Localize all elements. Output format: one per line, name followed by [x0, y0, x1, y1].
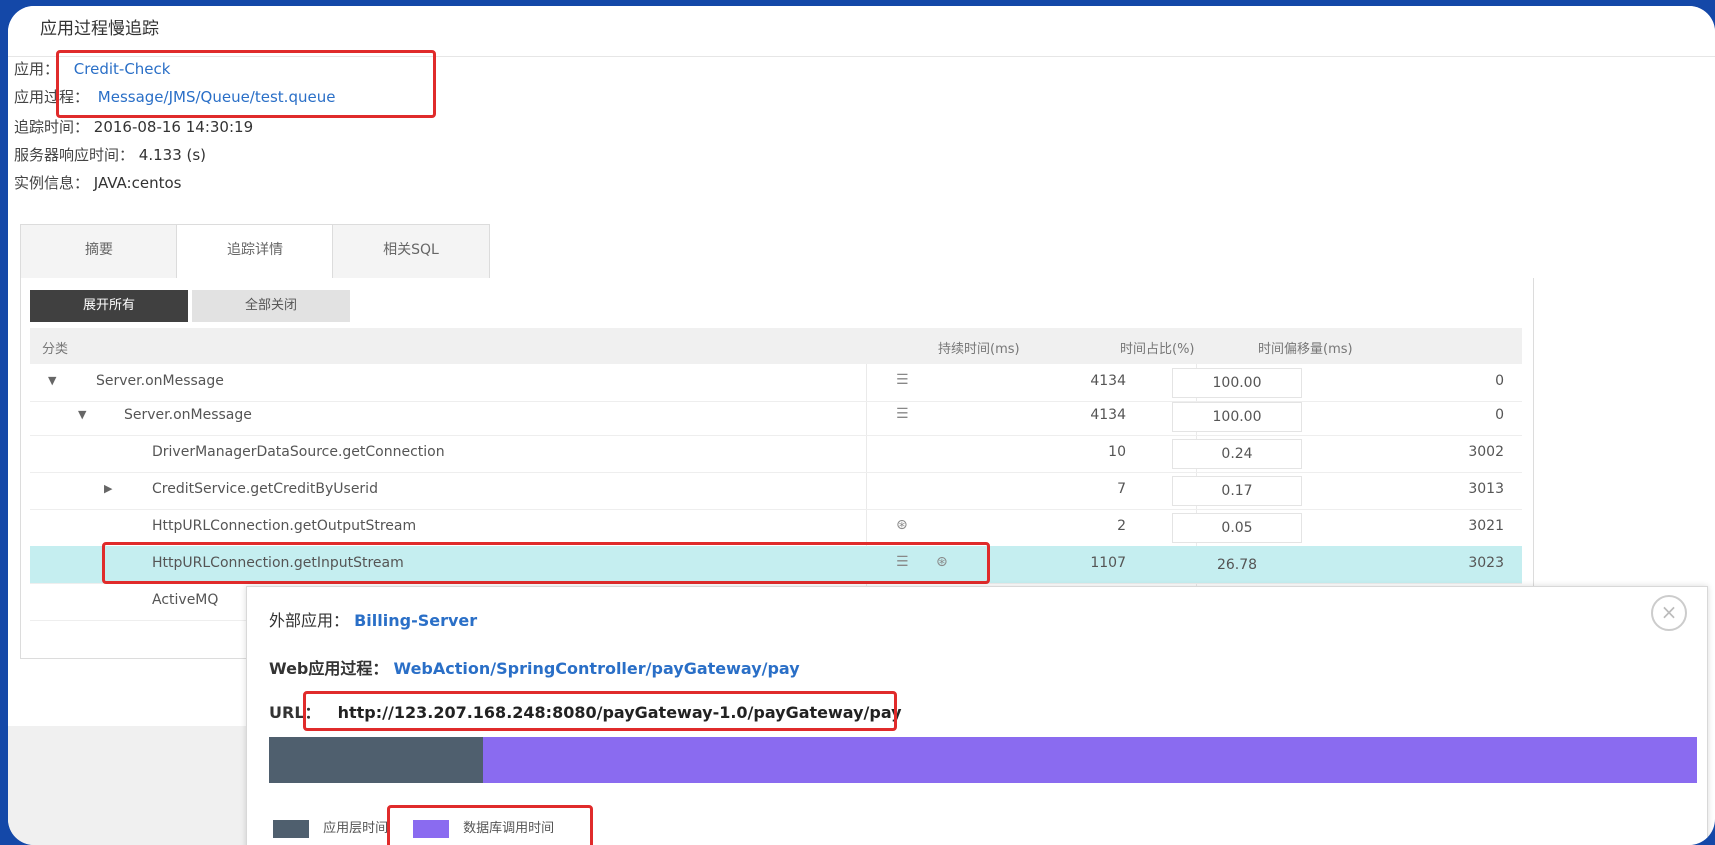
table-row[interactable]: ▶ CreditService.getCreditByUserid 7 0.17… — [30, 472, 1522, 510]
close-icon[interactable]: × — [1651, 595, 1687, 631]
instance-info: 实例信息： JAVA:centos — [14, 172, 181, 193]
row-offset: 3021 — [1468, 518, 1504, 534]
ext-app-row: 外部应用： Billing-Server — [269, 607, 477, 631]
ext-app-value[interactable]: Billing-Server — [354, 611, 477, 630]
window: 应用过程慢追踪 应用： Credit-Check 应用过程： Message/J… — [8, 6, 1715, 845]
row-percent: 0.17 — [1172, 476, 1302, 506]
web-process-label: Web应用过程： — [269, 659, 389, 678]
row-name: DriverManagerDataSource.getConnection — [152, 444, 445, 460]
row-offset: 0 — [1495, 373, 1504, 389]
db-time-segment — [483, 737, 1697, 783]
time-breakdown-bar — [269, 737, 1697, 783]
ext-app-label: 外部应用： — [269, 611, 350, 630]
highlight-box-url — [303, 691, 897, 731]
row-duration: 4134 — [1090, 407, 1126, 423]
response-label: 服务器响应时间： — [14, 146, 135, 164]
time-label: 追踪时间： — [14, 118, 90, 136]
expand-arrow-icon[interactable]: ▶ — [104, 482, 112, 495]
external-call-icon[interactable]: ⊛ — [896, 517, 908, 533]
response-info: 服务器响应时间： 4.133 (s) — [14, 144, 206, 165]
external-call-popup: × 外部应用： Billing-Server Web应用过程： WebActio… — [246, 586, 1708, 845]
web-process-row: Web应用过程： WebAction/SpringController/payG… — [269, 655, 800, 679]
row-offset: 3002 — [1468, 444, 1504, 460]
col-offset: 时间偏移量(ms) — [1258, 342, 1353, 357]
row-percent: 0.24 — [1172, 439, 1302, 469]
instance-label: 实例信息： — [14, 174, 90, 192]
legend-app: 应用层时间 — [273, 817, 388, 838]
table-row[interactable]: DriverManagerDataSource.getConnection 10… — [30, 435, 1522, 473]
tab-summary[interactable]: 摘要 — [20, 224, 178, 279]
row-percent: 26.78 — [1216, 557, 1258, 573]
row-name: Server.onMessage — [124, 407, 252, 423]
list-icon[interactable]: ☰ — [896, 406, 909, 422]
expand-all-button[interactable]: 展开所有 — [30, 290, 188, 322]
col-percent: 时间占比(%) — [1120, 342, 1195, 357]
row-duration: 7 — [1117, 481, 1126, 497]
instance-value: JAVA:centos — [93, 174, 182, 192]
col-category: 分类 — [42, 342, 69, 357]
tab-trace-detail[interactable]: 追踪详情 — [176, 224, 334, 281]
tab-bar: 摘要 追踪详情 相关SQL — [20, 224, 1536, 281]
row-offset: 3023 — [1468, 555, 1504, 571]
col-duration: 持续时间(ms) — [938, 342, 1020, 357]
table-row[interactable]: ▼ Server.onMessage ☰ 4134 100.00 0 — [30, 398, 1522, 436]
highlight-box-app — [56, 50, 436, 118]
tab-related-sql[interactable]: 相关SQL — [332, 224, 490, 279]
row-percent: 0.05 — [1172, 513, 1302, 543]
row-name: ActiveMQ — [152, 592, 219, 608]
row-offset: 3013 — [1468, 481, 1504, 497]
row-percent: 100.00 — [1172, 368, 1302, 398]
collapse-arrow-icon[interactable]: ▼ — [48, 374, 56, 387]
list-icon[interactable]: ☰ — [896, 372, 909, 388]
gray-area — [8, 726, 248, 845]
row-name: CreditService.getCreditByUserid — [152, 481, 378, 497]
collapse-arrow-icon[interactable]: ▼ — [78, 408, 86, 421]
row-duration: 2 — [1117, 518, 1126, 534]
legend-swatch-app — [273, 819, 309, 838]
time-value: 2016-08-16 14:30:19 — [93, 118, 254, 136]
row-duration: 4134 — [1090, 373, 1126, 389]
page-title: 应用过程慢追踪 — [40, 19, 159, 39]
table-row[interactable]: ▼ Server.onMessage ☰ 4134 100.00 0 — [30, 364, 1522, 402]
row-duration: 10 — [1108, 444, 1126, 460]
row-name: Server.onMessage — [96, 373, 224, 389]
legend-app-label: 应用层时间 — [323, 821, 389, 836]
row-duration: 1107 — [1090, 555, 1126, 571]
app-label: 应用： — [14, 60, 60, 78]
highlight-box-row — [102, 542, 990, 584]
response-value: 4.133 (s) — [138, 146, 207, 164]
table-header: 分类 持续时间(ms) 时间占比(%) 时间偏移量(ms) — [30, 328, 1522, 364]
row-offset: 0 — [1495, 407, 1504, 423]
collapse-all-button[interactable]: 全部关闭 — [192, 290, 350, 322]
time-info: 追踪时间： 2016-08-16 14:30:19 — [14, 116, 253, 137]
app-time-segment — [269, 737, 483, 783]
row-percent: 100.00 — [1172, 402, 1302, 432]
row-name: HttpURLConnection.getOutputStream — [152, 518, 417, 534]
web-process-value[interactable]: WebAction/SpringController/payGateway/pa… — [393, 659, 799, 678]
highlight-box-legend — [387, 805, 593, 845]
